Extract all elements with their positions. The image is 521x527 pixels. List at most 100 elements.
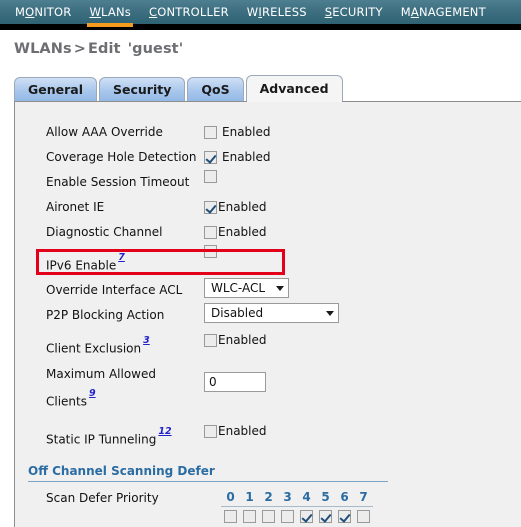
nav-management-accesskey: A — [410, 5, 419, 19]
breadcrumb: WLANs > Edit 'guest' — [0, 30, 521, 57]
footnote-link-maximum-allowed-clients[interactable]: 9 — [87, 388, 96, 399]
priority-number-7: 7 — [359, 490, 368, 505]
label-text-maximum-allowed-clients-line2: Clients — [46, 393, 87, 408]
chevron-down-icon — [276, 285, 284, 291]
row-scan-defer-priority: Scan Defer Priority 0 1 2 3 4 5 6 7 — [14, 482, 521, 524]
tab-qos[interactable]: QoS — [187, 77, 244, 101]
nav-wlans-accesskey: W — [89, 5, 102, 19]
select-p2p-blocking-action[interactable]: Disabled — [204, 303, 339, 324]
checkbox-priority-1[interactable] — [243, 510, 256, 524]
row-diagnostic-channel: Diagnostic Channel Enabled — [46, 220, 521, 245]
select-override-interface-acl[interactable]: WLC-ACL — [204, 278, 289, 299]
checkbox-priority-5[interactable] — [319, 510, 332, 524]
checkbox-label-aironet-ie: Enabled — [218, 200, 267, 214]
label-static-ip-tunneling: Static IP Tunneling12 — [46, 419, 204, 452]
nav-item-wireless[interactable]: WIRELESS — [238, 0, 316, 24]
label-text-client-exclusion: Client Exclusion — [46, 341, 142, 356]
scan-defer-priority-grid: 0 1 2 3 4 5 6 7 — [221, 490, 373, 524]
row-enable-session-timeout: Enable Session Timeout — [46, 170, 521, 195]
nav-wireless-pre: W — [246, 5, 259, 19]
nav-controller-accesskey: C — [148, 5, 158, 19]
checkbox-allow-aaa-override[interactable] — [204, 126, 217, 139]
scan-defer-priority-numbers: 0 1 2 3 4 5 6 7 — [221, 490, 373, 504]
select-value-override-interface-acl: WLC-ACL — [211, 280, 266, 295]
nav-wlans-post: LANs — [101, 5, 131, 19]
main-navigation-bar: MONITOR WLANs CONTROLLER WIRELESS SECURI… — [0, 0, 521, 27]
label-diagnostic-channel: Diagnostic Channel — [46, 225, 163, 239]
nav-monitor-pre: M — [15, 5, 26, 19]
row-p2p-blocking-action: P2P Blocking Action Disabled — [46, 303, 521, 328]
tab-security[interactable]: Security — [99, 77, 186, 101]
row-aironet-ie: Aironet IE Enabled — [46, 195, 521, 220]
footnote-link-ipv6-enable[interactable]: 7 — [116, 252, 125, 263]
nav-item-controller[interactable]: CONTROLLER — [140, 0, 238, 24]
checkbox-coverage-hole-detection[interactable] — [204, 151, 217, 164]
nav-item-monitor[interactable]: MONITOR — [6, 0, 80, 24]
nav-controller-post: ONTROLLER — [157, 5, 229, 19]
label-override-interface-acl: Override Interface ACL — [46, 283, 183, 298]
footnote-link-client-exclusion[interactable]: 3 — [141, 335, 150, 346]
checkbox-ipv6-enable[interactable] — [204, 245, 217, 258]
nav-bottom-bar — [0, 24, 521, 30]
footnote-link-static-ip-tunneling[interactable]: 12 — [156, 426, 171, 437]
priority-number-3: 3 — [283, 490, 292, 505]
label-enable-session-timeout: Enable Session Timeout — [46, 175, 190, 189]
nav-monitor-accesskey: O — [25, 5, 35, 19]
row-maximum-allowed-clients: Maximum Allowed Clients9 — [46, 362, 521, 411]
row-client-exclusion: Client Exclusion3 Enabled — [46, 328, 521, 361]
row-coverage-hole-detection: Coverage Hole Detection Enabled — [46, 145, 521, 170]
breadcrumb-root[interactable]: WLANs — [14, 41, 72, 57]
priority-number-2: 2 — [264, 490, 273, 505]
nav-wireless-post: RELESS — [261, 5, 307, 19]
label-coverage-hole-detection: Coverage Hole Detection — [46, 150, 197, 164]
nav-management-post: NAGEMENT — [418, 5, 486, 19]
priority-number-0: 0 — [226, 490, 235, 505]
checkbox-aironet-ie[interactable] — [204, 201, 217, 214]
checkbox-priority-0[interactable] — [224, 510, 237, 524]
breadcrumb-separator: > — [73, 41, 86, 57]
checkbox-static-ip-tunneling[interactable] — [204, 424, 217, 438]
nav-item-security[interactable]: SECURITY — [316, 0, 392, 24]
label-allow-aaa-override: Allow AAA Override — [46, 125, 163, 139]
advanced-settings-panel: Allow AAA Override Enabled Coverage Hole… — [14, 101, 521, 527]
section-title-off-channel-scanning-defer: Off Channel Scanning Defer — [28, 464, 215, 479]
checkbox-diagnostic-channel[interactable] — [204, 226, 217, 239]
label-text-static-ip-tunneling: Static IP Tunneling — [46, 432, 157, 447]
priority-number-6: 6 — [340, 490, 349, 505]
tab-general[interactable]: General — [14, 77, 97, 101]
checkbox-label-diagnostic-channel: Enabled — [218, 225, 267, 239]
label-aironet-ie: Aironet IE — [46, 200, 105, 214]
priority-number-5: 5 — [321, 490, 330, 505]
label-maximum-allowed-clients: Maximum Allowed Clients9 — [46, 362, 204, 411]
nav-management-pre: M — [400, 5, 411, 19]
nav-security-post: ECURITY — [332, 5, 383, 19]
off-channel-section-header: Off Channel Scanning Defer — [28, 464, 388, 483]
checkbox-label-static-ip-tunneling: Enabled — [218, 423, 267, 438]
row-ipv6-enable: IPv6 Enable7 — [46, 245, 521, 278]
breadcrumb-action: Edit — [87, 41, 121, 57]
checkbox-priority-3[interactable] — [281, 510, 294, 524]
checkbox-priority-6[interactable] — [338, 510, 351, 524]
checkbox-enable-session-timeout[interactable] — [204, 170, 217, 183]
label-scan-defer-priority: Scan Defer Priority — [46, 491, 159, 506]
scan-defer-priority-checkboxes — [221, 510, 373, 524]
priority-number-4: 4 — [302, 490, 311, 505]
checkbox-label-coverage-hole-detection: Enabled — [222, 150, 271, 164]
checkbox-label-allow-aaa-override: Enabled — [222, 125, 271, 139]
tab-strip: General Security QoS Advanced — [0, 74, 521, 102]
checkbox-priority-4[interactable] — [300, 510, 313, 524]
select-value-p2p-blocking-action: Disabled — [211, 305, 264, 320]
nav-item-wlans[interactable]: WLANs — [80, 0, 140, 27]
input-maximum-allowed-clients[interactable] — [204, 371, 266, 392]
checkbox-client-exclusion[interactable] — [204, 334, 217, 348]
checkbox-priority-7[interactable] — [357, 510, 370, 524]
checkbox-priority-2[interactable] — [262, 510, 275, 524]
label-client-exclusion: Client Exclusion3 — [46, 328, 204, 361]
chevron-down-icon — [326, 310, 334, 316]
scan-defer-priority-divider — [221, 506, 373, 508]
tab-advanced[interactable]: Advanced — [245, 75, 343, 102]
breadcrumb-object: 'guest' — [127, 41, 184, 57]
nav-item-management[interactable]: MANAGEMENT — [392, 0, 495, 24]
advanced-form: Allow AAA Override Enabled Coverage Hole… — [14, 120, 521, 452]
label-p2p-blocking-action: P2P Blocking Action — [46, 308, 165, 323]
